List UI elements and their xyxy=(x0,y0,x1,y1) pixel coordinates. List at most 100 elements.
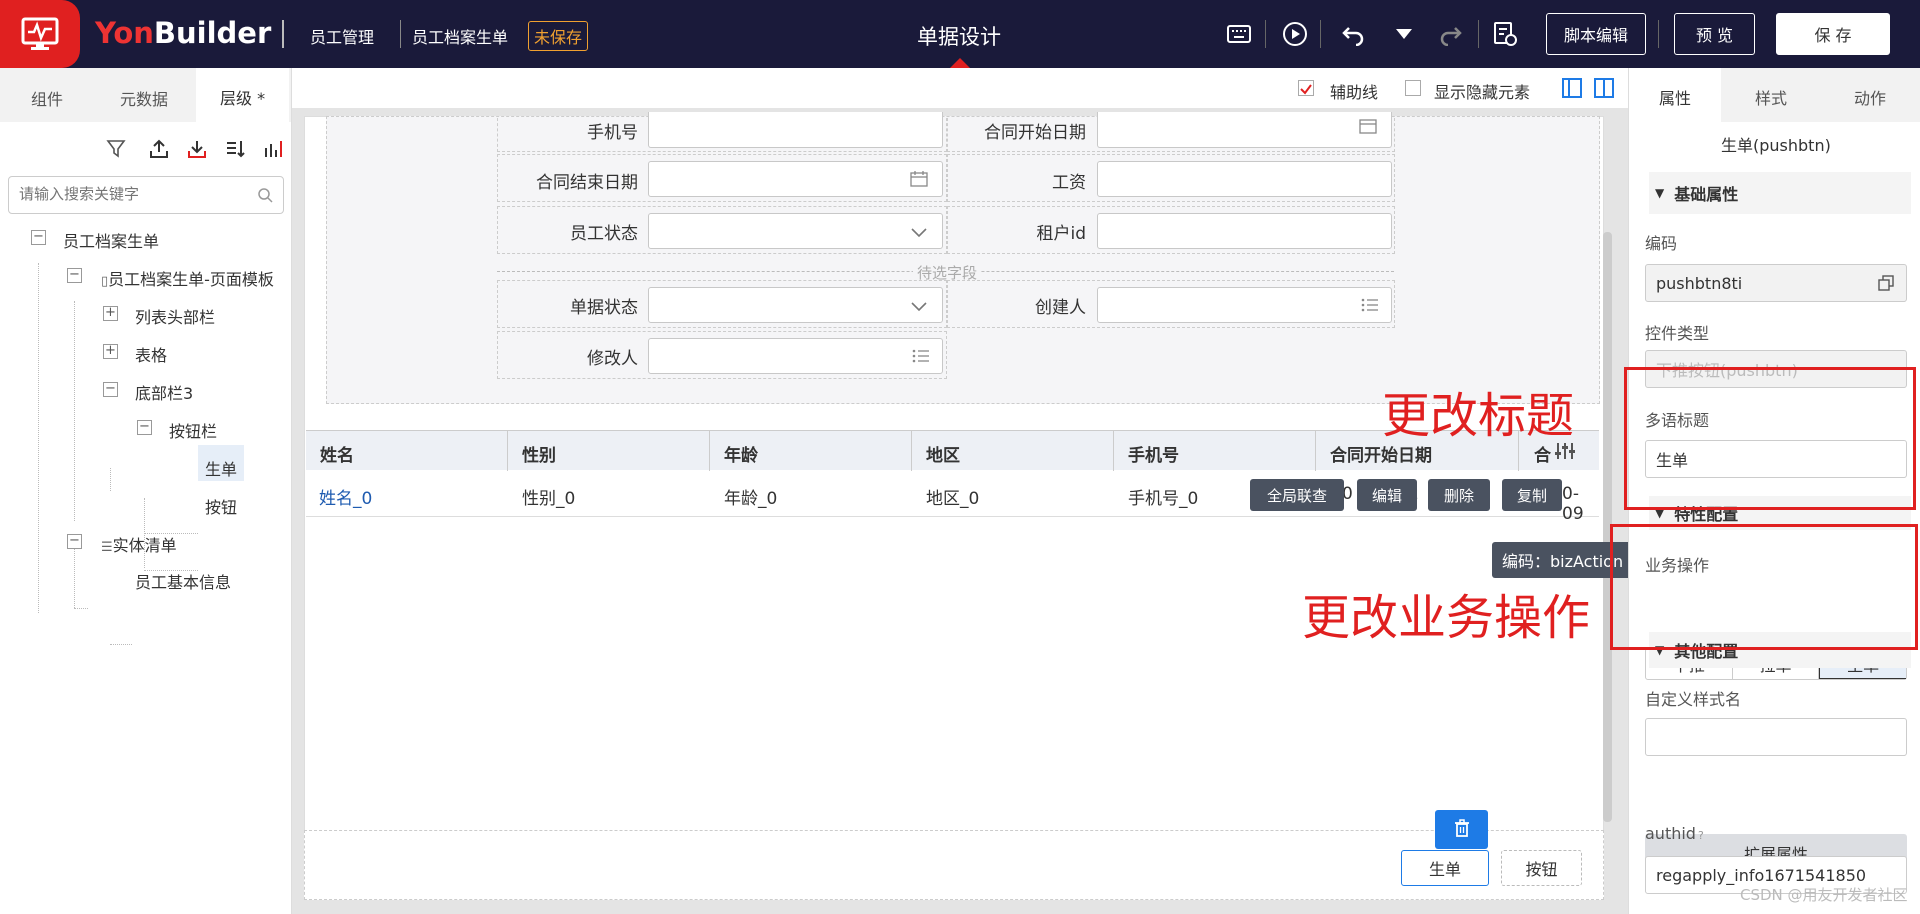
doc-status-select[interactable] xyxy=(648,287,943,323)
tree-node-button-bar[interactable]: 按钮栏 xyxy=(169,418,217,442)
document-settings-icon[interactable] xyxy=(1491,20,1519,48)
custom-style-input[interactable] xyxy=(1645,718,1907,756)
keyboard-icon[interactable] xyxy=(1225,20,1253,48)
calendar-icon[interactable] xyxy=(910,171,928,191)
import-icon[interactable] xyxy=(186,138,208,160)
component-name: 生单(pushbtn) xyxy=(1721,136,1831,155)
tab-hierarchy[interactable]: 层级 * xyxy=(196,68,290,122)
section-basic[interactable]: ▼ 基础属性 xyxy=(1649,172,1911,214)
layout-columns-icon[interactable] xyxy=(1594,78,1614,102)
tab-components[interactable]: 组件 xyxy=(31,86,63,110)
breadcrumb-emp-mgmt[interactable]: 员工管理 xyxy=(310,24,374,48)
cell-phone: 手机号_0 xyxy=(1128,489,1199,509)
layout-split-icon[interactable] xyxy=(1562,78,1582,102)
help-icon[interactable]: ? xyxy=(1698,829,1704,842)
contract-end-input[interactable] xyxy=(648,161,943,197)
phone-input[interactable] xyxy=(648,112,943,148)
right-tabs: 属性 样式 动作 xyxy=(1629,68,1920,122)
creator-input[interactable] xyxy=(1097,287,1392,323)
code-input[interactable]: pushbtn8ti xyxy=(1645,264,1907,302)
copy-button[interactable]: 复制 xyxy=(1502,479,1562,511)
save-button[interactable]: 保 存 xyxy=(1776,13,1890,55)
column-header-phone[interactable]: 手机号 xyxy=(1128,441,1179,466)
list-icon[interactable] xyxy=(912,348,930,367)
expand-icon[interactable]: + xyxy=(103,306,118,321)
column-header-name[interactable]: 姓名 xyxy=(320,441,354,466)
undo-icon[interactable] xyxy=(1339,20,1367,48)
tree-search[interactable] xyxy=(8,176,284,214)
modifier-input[interactable] xyxy=(648,338,943,374)
filter-icon[interactable] xyxy=(106,138,128,160)
collapse-icon[interactable]: − xyxy=(67,534,82,549)
tree-node-button[interactable]: 按钮 xyxy=(205,494,237,518)
collapse-icon[interactable]: − xyxy=(67,268,82,283)
tenant-id-label: 租户id xyxy=(1036,224,1086,244)
top-bar: YonBuilder 员工管理 员工档案生单 未保存 单据设计 脚本编辑 预 览… xyxy=(0,0,1920,68)
delete-row-button[interactable]: 删除 xyxy=(1428,479,1490,511)
column-header-gender[interactable]: 性别 xyxy=(522,441,556,466)
show-hidden-label: 显示隐藏元素 xyxy=(1434,83,1531,102)
chart-icon[interactable] xyxy=(262,138,284,160)
tree-node-table[interactable]: 表格 xyxy=(135,342,167,366)
annotation-change-op: 更改业务操作 xyxy=(1302,590,1591,646)
collapse-icon[interactable]: − xyxy=(103,382,118,397)
guides-checkbox[interactable] xyxy=(1298,80,1314,96)
brand-name: YonBuilder xyxy=(95,16,272,50)
app-logo[interactable] xyxy=(0,0,80,68)
delete-component-button[interactable] xyxy=(1435,810,1488,849)
cell-age: 年龄_0 xyxy=(724,489,778,509)
column-header-age[interactable]: 年龄 xyxy=(724,441,758,466)
search-icon[interactable] xyxy=(257,187,273,207)
salary-input[interactable] xyxy=(1097,161,1392,197)
custom-style-label: 自定义样式名 xyxy=(1645,690,1742,709)
tree-node-root[interactable]: 员工档案生单 xyxy=(63,228,159,252)
emp-status-label: 员工状态 xyxy=(570,224,638,244)
edit-button[interactable]: 编辑 xyxy=(1357,479,1417,511)
copy-icon[interactable] xyxy=(1878,275,1894,295)
column-header-region[interactable]: 地区 xyxy=(926,441,960,466)
search-input[interactable] xyxy=(9,177,239,211)
list-icon[interactable] xyxy=(1361,297,1379,316)
annotation-change-title: 更改标题 xyxy=(1382,388,1575,444)
generate-button[interactable]: 生单 xyxy=(1401,850,1489,886)
tree-node-emp-info[interactable]: 员工基本信息 xyxy=(135,569,231,593)
tab-metadata[interactable]: 元数据 xyxy=(120,86,168,110)
tab-style[interactable]: 样式 xyxy=(1755,85,1787,109)
contract-start-input[interactable] xyxy=(1097,112,1392,148)
cell-region: 地区_0 xyxy=(926,489,980,509)
chevron-down-icon[interactable] xyxy=(910,224,928,243)
export-icon[interactable] xyxy=(148,138,170,160)
expand-icon[interactable]: + xyxy=(103,344,118,359)
preview-button[interactable]: 预 览 xyxy=(1674,13,1755,55)
cell-contract-more: 0-09 xyxy=(1562,484,1584,524)
chevron-down-icon[interactable] xyxy=(910,298,928,317)
modifier-label: 修改人 xyxy=(587,349,638,369)
annotation-box-op xyxy=(1610,524,1918,650)
global-query-button[interactable]: 全局联查 xyxy=(1250,479,1344,511)
tree-node-template[interactable]: ▯员工档案生单-页面模板 xyxy=(101,266,274,290)
tree-node-generate[interactable]: 生单 xyxy=(205,456,237,480)
salary-label: 工资 xyxy=(1052,173,1086,193)
play-icon[interactable] xyxy=(1281,20,1309,48)
emp-status-select[interactable] xyxy=(648,213,943,249)
script-edit-button[interactable]: 脚本编辑 xyxy=(1546,13,1646,55)
calendar-icon[interactable] xyxy=(1359,118,1377,138)
redo-icon[interactable] xyxy=(1437,20,1465,48)
tab-properties[interactable]: 属性 xyxy=(1629,68,1722,122)
show-hidden-checkbox[interactable] xyxy=(1405,80,1421,96)
collapse-icon[interactable]: − xyxy=(137,420,152,435)
plain-button[interactable]: 按钮 xyxy=(1501,850,1582,886)
tab-actions[interactable]: 动作 xyxy=(1854,85,1886,109)
tree-node-entity-list[interactable]: ☰实体清单 xyxy=(101,532,177,556)
breadcrumb-form[interactable]: 员工档案生单 xyxy=(412,24,508,48)
collapse-icon[interactable]: − xyxy=(31,230,46,245)
cell-name[interactable]: 姓名_0 xyxy=(319,484,372,509)
tree-node-footer[interactable]: 底部栏3 xyxy=(135,380,193,404)
watermark: CSDN @用友开发者社区 xyxy=(1740,886,1908,904)
tenant-id-input[interactable] xyxy=(1097,213,1392,249)
unsaved-badge: 未保存 xyxy=(528,21,589,51)
sort-icon[interactable] xyxy=(224,138,246,160)
canvas-toolbar: 辅助线 显示隐藏元素 xyxy=(292,68,1628,108)
tree-node-list-header[interactable]: 列表头部栏 xyxy=(135,304,215,328)
dropdown-arrow-icon[interactable] xyxy=(1390,20,1418,48)
